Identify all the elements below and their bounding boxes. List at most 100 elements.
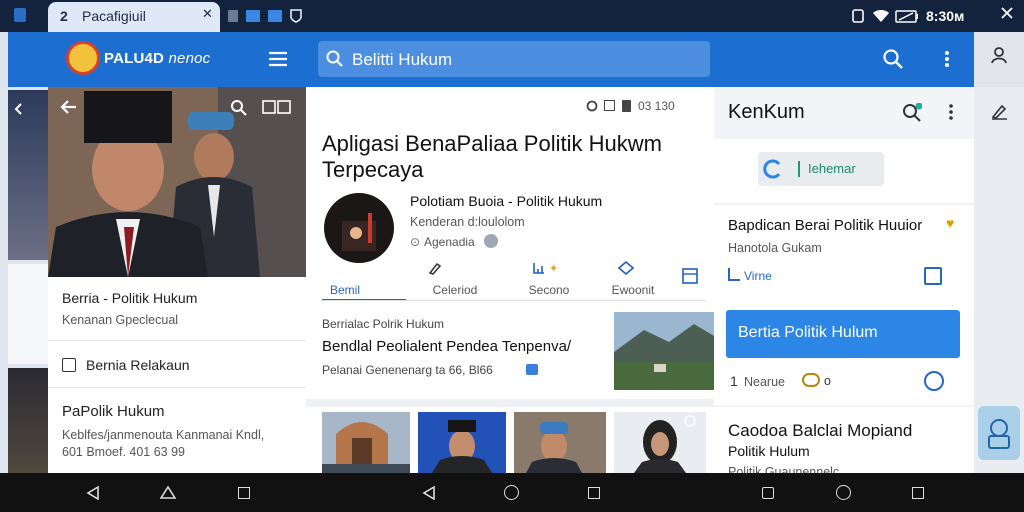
home-nav-icon[interactable] <box>504 485 519 500</box>
open-external-icon[interactable] <box>924 267 942 285</box>
svg-text:✦: ✦ <box>549 263 558 275</box>
notification-icon <box>228 10 238 22</box>
person-icon[interactable] <box>990 46 1008 64</box>
clock: 8:30м <box>926 8 965 24</box>
battery-icon <box>895 10 919 23</box>
settings-icon[interactable] <box>586 100 598 112</box>
list-item-title[interactable]: Bapdican Berai Politik Huuior <box>728 217 922 234</box>
brand-logo-icon[interactable] <box>66 41 100 75</box>
avatar[interactable] <box>324 193 394 263</box>
calendar-icon[interactable] <box>682 263 698 285</box>
wifi-icon <box>872 10 890 23</box>
recents-nav-icon[interactable] <box>912 487 924 499</box>
list-item-line: Keblfes/janmenouta Kanmanai Kndl, <box>62 428 265 442</box>
search-icon[interactable] <box>902 103 922 123</box>
list-item-line: 601 Bmoef. 401 63 99 <box>62 445 186 459</box>
article-title[interactable]: Bendlal Peolialent Pendea Tenpenva/ <box>322 338 602 355</box>
tab-secono[interactable]: Secono <box>504 283 594 297</box>
info-icon[interactable] <box>924 371 944 391</box>
recents-nav-icon[interactable] <box>238 487 250 499</box>
row-label: Nearue <box>744 375 785 389</box>
gallery-image[interactable] <box>514 412 606 473</box>
floating-badge[interactable] <box>978 406 1020 460</box>
tab-close-icon[interactable]: ✕ <box>202 6 213 22</box>
page-title: Apligasi BenaPaliaa Politik Hukwm Terpec… <box>322 131 662 182</box>
menu-icon[interactable] <box>268 50 288 68</box>
notification-icon <box>268 10 282 22</box>
link-icon <box>728 268 740 281</box>
gallery-image[interactable] <box>614 412 706 473</box>
search-bar[interactable]: Belitti Hukum <box>318 41 710 77</box>
close-icon[interactable] <box>1000 6 1014 20</box>
list-item-title[interactable]: Caodoa Balclai Mopiand <box>728 421 912 441</box>
tab-title: Paсafigiuil <box>82 8 146 24</box>
list-item-subtitle: Kenanan Gpeclecual <box>62 313 179 327</box>
home-nav-icon[interactable] <box>836 485 851 500</box>
primary-cta-button[interactable]: Bertia Politik Hulum <box>726 310 960 358</box>
background-app-left <box>0 0 48 512</box>
cta-label: Bertia Politik Hulum <box>738 324 878 341</box>
tab-ewoonit[interactable]: Ewoonit <box>588 283 678 297</box>
edit-icon <box>428 261 442 275</box>
recents-nav-icon[interactable] <box>588 487 600 499</box>
counter-text: 03 130 <box>638 99 675 113</box>
search-input[interactable]: Belitti Hukum <box>352 50 452 70</box>
gallery-image[interactable] <box>322 412 410 473</box>
share-icon[interactable] <box>262 99 292 116</box>
notification-icon <box>246 10 260 22</box>
profile-location: Agenadia <box>424 235 475 249</box>
profile-subtitle: Kenderan d:loulolom <box>410 215 525 229</box>
verified-icon <box>484 234 498 248</box>
side-panel-title: KenKum <box>728 101 805 123</box>
infinity-icon <box>802 373 820 387</box>
active-window-tab[interactable]: 2 Paсafigiuil ✕ <box>48 2 220 32</box>
article-meta: Pelanai Genenenarg ta 66, Bl66 <box>322 363 493 377</box>
back-nav-icon[interactable] <box>86 486 100 500</box>
tab-celeriod[interactable]: Celeriod <box>410 283 500 297</box>
row-badge: o <box>824 374 831 388</box>
checkbox-icon[interactable] <box>62 358 76 372</box>
article-kicker: Berrialac Polrik Hukum <box>322 317 445 331</box>
divider <box>306 399 714 407</box>
list-item-title[interactable]: Berria - Politik Hukum <box>62 290 197 306</box>
shield-icon <box>290 9 302 23</box>
signal-icon <box>852 9 864 23</box>
divider <box>48 387 306 388</box>
search-icon[interactable] <box>882 48 904 70</box>
nav-bar-edge <box>0 473 48 512</box>
search-icon <box>326 50 344 68</box>
chip[interactable]: Iehemar <box>758 152 884 186</box>
list-item-title[interactable]: Bernia Relakaun <box>86 357 190 373</box>
overflow-menu-icon[interactable] <box>944 50 950 68</box>
edit-icon[interactable] <box>990 102 1008 120</box>
tab-bemil[interactable]: Bemil <box>300 283 390 297</box>
list-item-subtitle: Politik Hulum <box>728 443 810 459</box>
article-thumbnail[interactable] <box>614 312 714 390</box>
screenshot-nav-icon[interactable] <box>762 487 774 499</box>
back-nav-icon[interactable] <box>422 486 436 500</box>
left-news-list: Berria - Politik Hukum Kenanan Gpeclecua… <box>48 277 306 473</box>
brand-name[interactable]: PALU4D nenoc <box>104 50 210 67</box>
gallery-image[interactable] <box>418 412 506 473</box>
home-nav-icon[interactable] <box>160 486 176 500</box>
article-panel: 03 130 Apligasi BenaPaliaa Politik Hukwm… <box>306 87 714 473</box>
chart-icon: ✦ <box>532 261 560 275</box>
list-item-action[interactable]: Virne <box>744 269 772 283</box>
window-icon[interactable] <box>604 100 615 111</box>
refresh-icon <box>762 158 784 180</box>
tab-number: 2 <box>60 8 68 24</box>
chip-label: Iehemar <box>808 161 856 176</box>
side-panel: KenKum Iehemar Bapdican Berai Politik Hu… <box>714 87 974 479</box>
lock-icon <box>622 100 631 112</box>
list-item-title[interactable]: PaPolik Hukum <box>62 403 165 420</box>
back-arrow-icon[interactable] <box>12 102 26 116</box>
overflow-menu-icon[interactable] <box>948 103 954 121</box>
tag-icon <box>618 261 634 275</box>
row-index: 1 <box>730 373 738 389</box>
navigation-bar <box>48 473 974 512</box>
background-app-right <box>974 0 1024 512</box>
profile-name[interactable]: Polotiam Buoia - Politik Hukum <box>410 193 602 209</box>
list-item-subtitle: Hanotola Gukam <box>728 241 822 255</box>
back-arrow-icon[interactable] <box>60 98 78 116</box>
search-icon[interactable] <box>230 99 247 116</box>
